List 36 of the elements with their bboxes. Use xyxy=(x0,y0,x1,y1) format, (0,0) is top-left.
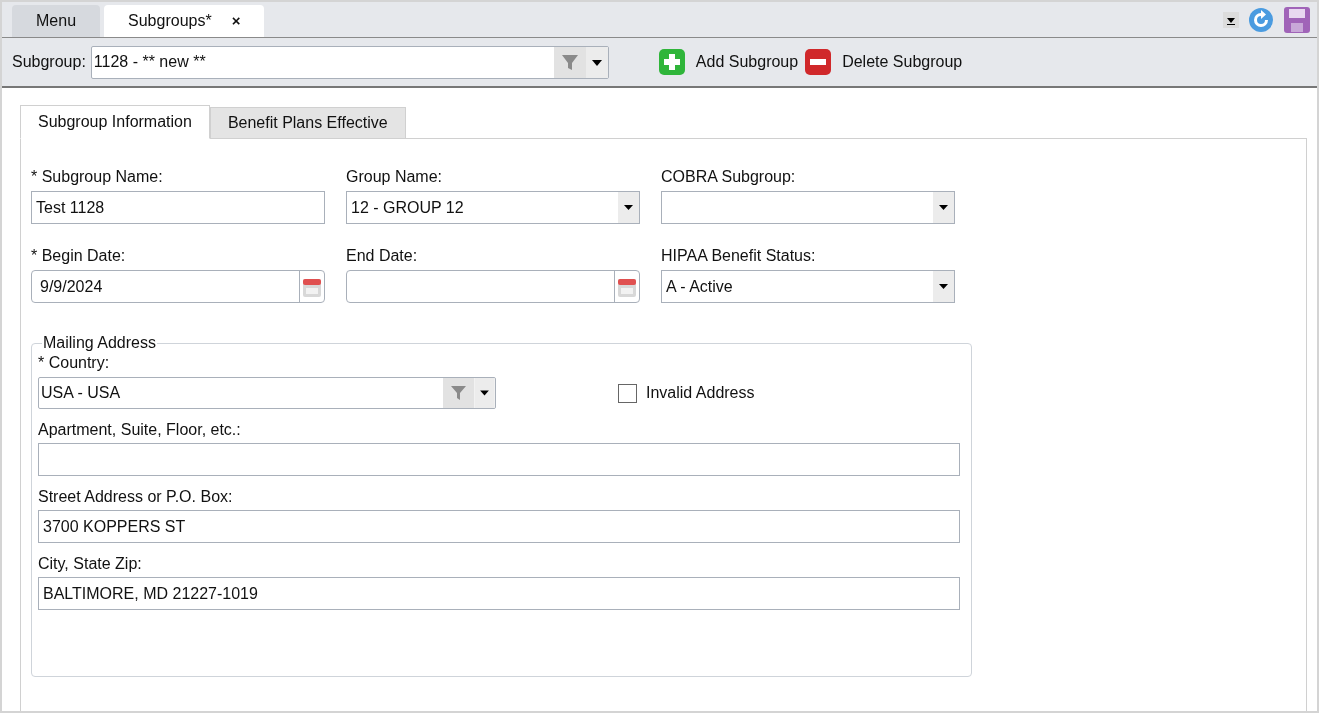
field-label: End Date: xyxy=(346,246,419,266)
input-field[interactable]: BALTIMORE, MD 21227-1019 xyxy=(38,577,960,610)
country-combo[interactable]: USA - USA xyxy=(38,377,496,409)
date-field[interactable]: 9/9/2024 xyxy=(31,270,325,303)
document-tab[interactable]: Menu xyxy=(12,5,101,37)
close-button[interactable]: × xyxy=(231,9,241,33)
input-field[interactable]: 3700 KOPPERS ST xyxy=(38,510,960,543)
document-tab[interactable]: Subgroups* × xyxy=(104,5,265,37)
add-subgroup-button[interactable]: Add Subgroup xyxy=(657,46,799,78)
dropdown-icon[interactable] xyxy=(1223,11,1239,28)
tab[interactable]: Benefit Plans Effective xyxy=(209,107,406,138)
subgroup-combo[interactable]: 1128 - ** new ** xyxy=(90,45,609,79)
field-label: City, State Zip: xyxy=(38,554,143,574)
plus-icon xyxy=(657,48,686,76)
field-label: Street Address or P.O. Box: xyxy=(38,487,234,507)
subgroup-label: Subgroup: xyxy=(12,52,86,72)
tab[interactable]: Subgroup Information xyxy=(20,105,210,139)
invalid-address-checkbox[interactable]: Invalid Address xyxy=(618,381,755,405)
field-label: COBRA Subgroup: xyxy=(661,167,797,187)
save-icon[interactable] xyxy=(1283,5,1311,34)
dropdown-field[interactable]: A - Active xyxy=(661,270,955,303)
field-label: * Subgroup Name: xyxy=(31,167,164,187)
field-label: HIPAA Benefit Status: xyxy=(661,246,817,266)
input-field[interactable] xyxy=(38,443,960,476)
field-label: Group Name: xyxy=(346,167,444,187)
dropdown-field[interactable] xyxy=(661,191,955,224)
date-field[interactable] xyxy=(346,270,640,303)
refresh-icon[interactable] xyxy=(1247,5,1275,34)
group-title: Mailing Address xyxy=(42,333,157,353)
minus-icon xyxy=(804,48,833,76)
dropdown-field[interactable]: 12 - GROUP 12 xyxy=(346,191,640,224)
field-label: Apartment, Suite, Floor, etc.: xyxy=(38,420,242,440)
field-label: * Begin Date: xyxy=(31,246,127,266)
input-field[interactable]: Test 1128 xyxy=(31,191,325,224)
delete-subgroup-button[interactable]: Delete Subgroup xyxy=(804,46,963,78)
field-label: * Country: xyxy=(38,353,111,373)
